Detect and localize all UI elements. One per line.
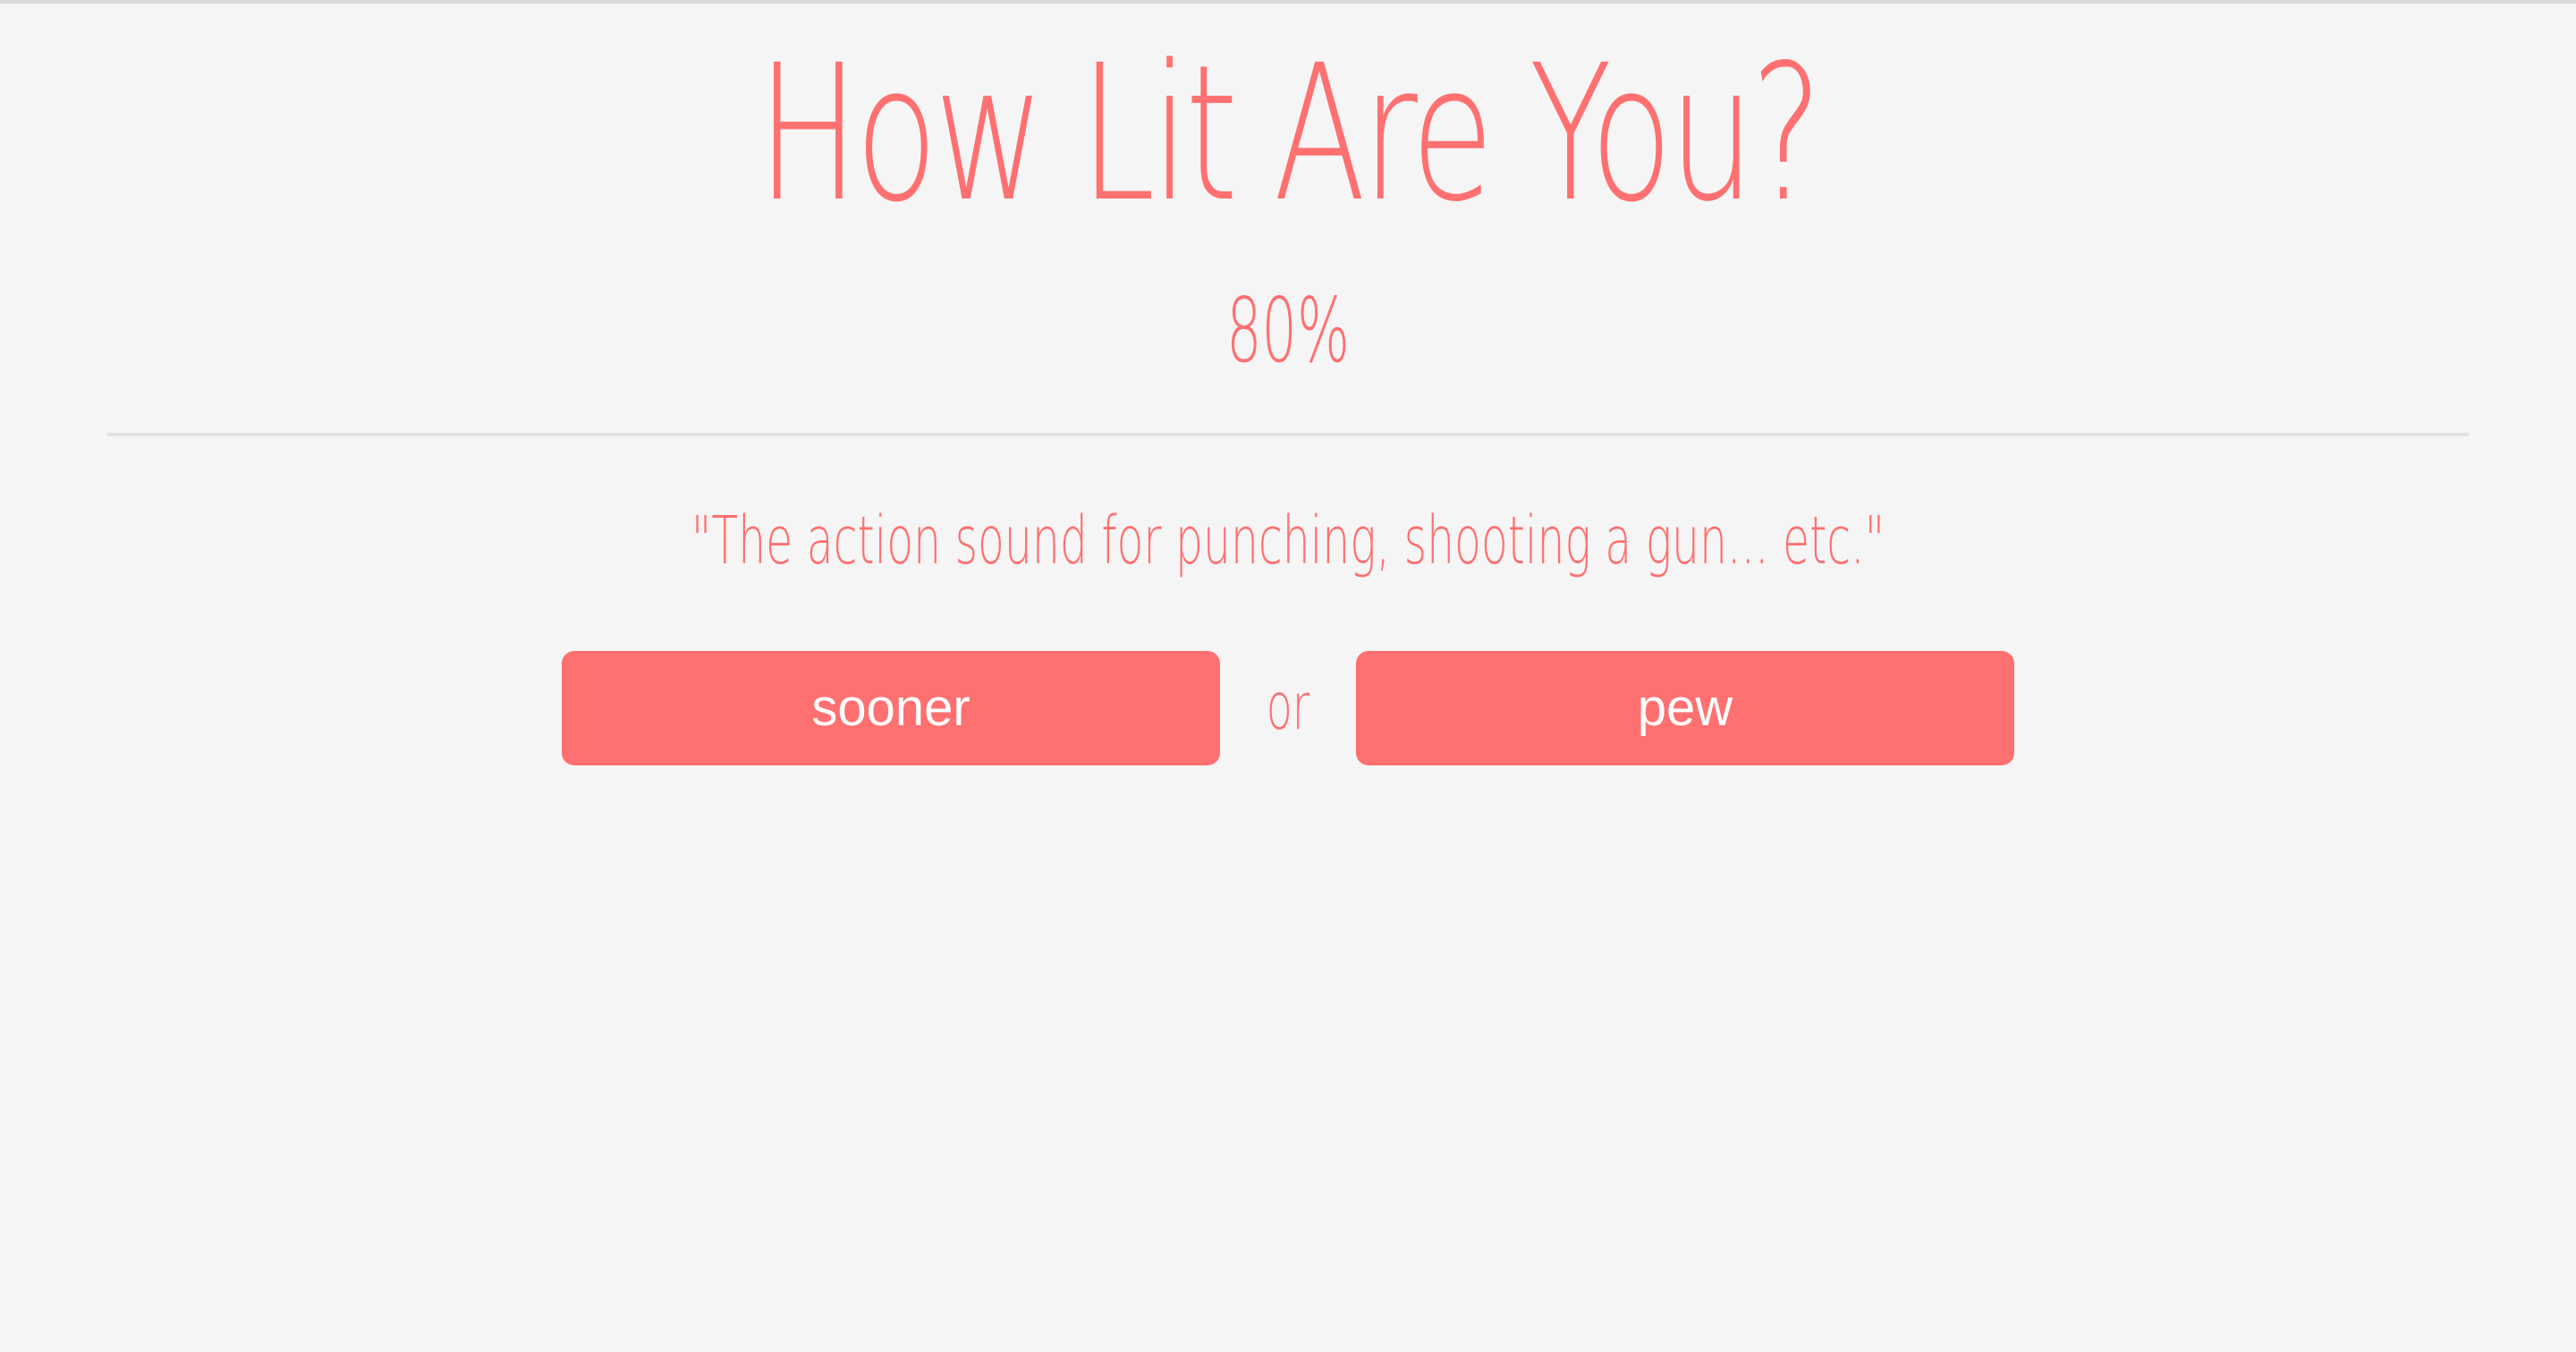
- or-separator: or: [1266, 669, 1310, 744]
- score-percentage: 80%: [1226, 278, 1350, 383]
- page-title: How Lit Are You?: [757, 24, 1823, 243]
- choice-button-left[interactable]: sooner: [562, 651, 1220, 765]
- question-definition: "The action sound for punching, shooting…: [691, 503, 1885, 579]
- top-border: [0, 0, 2576, 4]
- choice-button-right[interactable]: pew: [1356, 651, 2014, 765]
- divider: [107, 433, 2469, 436]
